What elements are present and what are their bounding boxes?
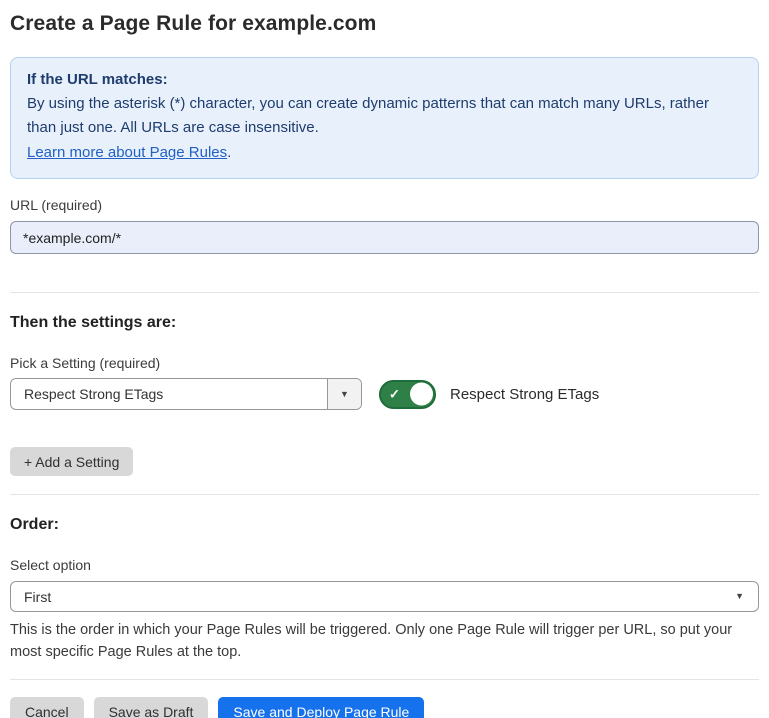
url-input[interactable] — [10, 221, 759, 254]
info-box-heading: If the URL matches: — [27, 68, 742, 92]
chevron-down-icon: ▼ — [735, 592, 744, 601]
info-box-body: By using the asterisk (*) character, you… — [27, 92, 742, 140]
cancel-button[interactable]: Cancel — [10, 697, 84, 718]
section-divider — [10, 679, 759, 680]
link-period: . — [227, 144, 231, 161]
create-page-rule-panel: Create a Page Rule for example.com If th… — [0, 12, 769, 718]
setting-row: Respect Strong ETags ▼ ✓ Respect Strong … — [10, 378, 759, 410]
save-deploy-button[interactable]: Save and Deploy Page Rule — [218, 697, 424, 718]
section-divider — [10, 292, 759, 293]
learn-more-link[interactable]: Learn more about Page Rules — [27, 144, 227, 161]
chevron-down-icon: ▼ — [340, 390, 349, 399]
settings-heading: Then the settings are: — [10, 314, 759, 332]
action-buttons-row: Cancel Save as Draft Save and Deploy Pag… — [10, 697, 759, 718]
save-draft-button[interactable]: Save as Draft — [94, 697, 209, 718]
setting-select[interactable]: Respect Strong ETags ▼ — [10, 378, 362, 410]
setting-select-arrow-button[interactable]: ▼ — [327, 379, 361, 409]
check-icon: ✓ — [389, 388, 400, 401]
add-setting-button[interactable]: + Add a Setting — [10, 447, 133, 476]
order-select[interactable]: First ▼ — [10, 581, 759, 612]
toggle-knob — [410, 383, 433, 406]
order-heading: Order: — [10, 516, 759, 534]
order-select-value: First — [11, 589, 735, 605]
toggle-setting-label: Respect Strong ETags — [450, 386, 599, 403]
section-divider — [10, 494, 759, 495]
page-title: Create a Page Rule for example.com — [10, 12, 759, 36]
respect-strong-etags-toggle[interactable]: ✓ — [379, 380, 436, 409]
url-label: URL (required) — [10, 197, 759, 213]
setting-select-value: Respect Strong ETags — [11, 386, 327, 402]
url-match-info-box: If the URL matches: By using the asteris… — [10, 57, 759, 179]
order-help-text: This is the order in which your Page Rul… — [10, 619, 759, 663]
pick-setting-label: Pick a Setting (required) — [10, 355, 759, 371]
select-option-label: Select option — [10, 557, 759, 573]
info-box-link-line: Learn more about Page Rules. — [27, 140, 742, 166]
